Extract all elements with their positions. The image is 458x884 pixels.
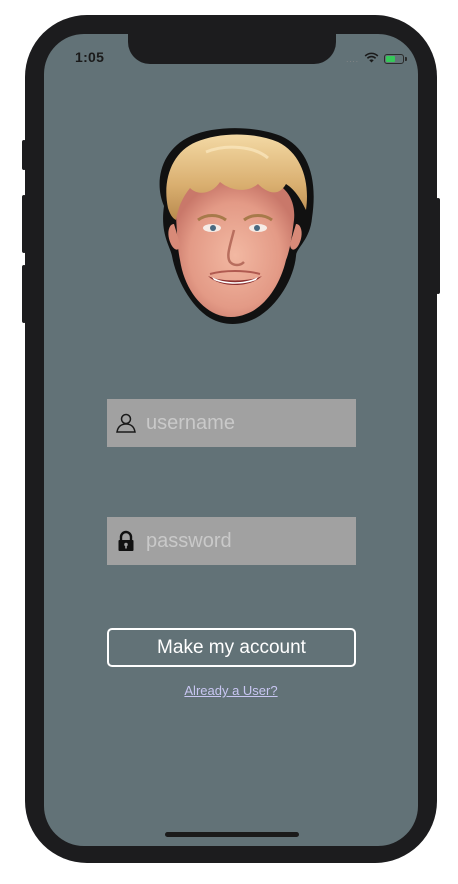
- home-indicator[interactable]: [165, 832, 299, 837]
- password-input[interactable]: [146, 529, 336, 553]
- wifi-icon: [364, 50, 379, 68]
- lock-icon: [115, 530, 137, 552]
- battery-charging-icon: [384, 54, 407, 64]
- status-time: 1:05: [75, 49, 105, 65]
- volume-down-button: [22, 265, 26, 323]
- username-field[interactable]: [107, 399, 356, 447]
- user-icon: [115, 412, 137, 434]
- signal-icon: ....: [346, 54, 359, 64]
- power-button: [436, 198, 440, 294]
- face-avatar-image: [146, 128, 316, 324]
- volume-up-button: [22, 195, 26, 253]
- status-icons: ....: [346, 50, 407, 68]
- password-field[interactable]: [107, 517, 356, 565]
- already-user-link[interactable]: Already a User?: [44, 683, 418, 698]
- notch: [128, 34, 336, 64]
- mute-switch: [22, 140, 26, 170]
- app-screen: 1:05 .... username Make my account Alrea…: [44, 34, 418, 846]
- make-account-button[interactable]: Make my account: [107, 628, 356, 667]
- username-input[interactable]: [146, 411, 336, 435]
